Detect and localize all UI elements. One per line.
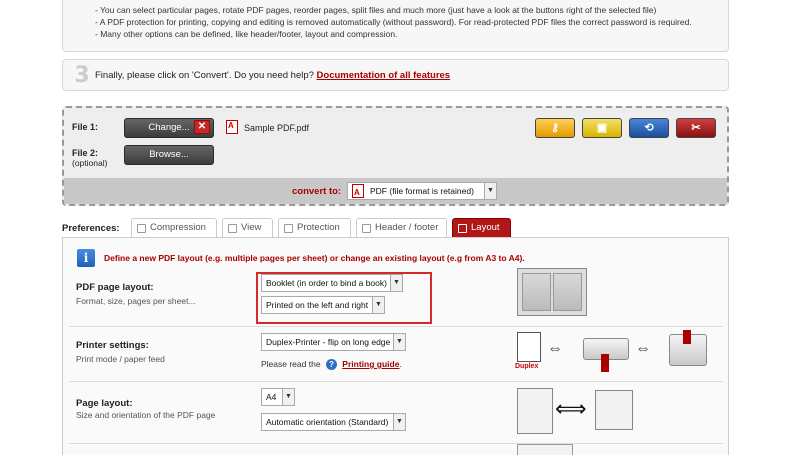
page-size-value: A4 xyxy=(266,392,277,402)
printer-settings-subtitle: Print mode / paper feed xyxy=(76,354,165,364)
tab-label: Header / footer xyxy=(375,222,439,233)
row-separator xyxy=(69,443,723,444)
step-2-bullet: - You can select particular pages, rotat… xyxy=(95,5,657,15)
file2-label: File 2: (optional) xyxy=(72,148,107,168)
layout-panel: i Define a new PDF layout (e.g. multiple… xyxy=(62,237,729,455)
step-2-panel: 2 - You can select particular pages, rot… xyxy=(62,0,729,52)
step-2-number: 2 xyxy=(69,0,91,6)
step-3-number: 3 xyxy=(74,63,90,88)
convert-format-value: PDF (file format is retained) xyxy=(370,186,474,196)
page-layout-value: Booklet (in order to bind a book) xyxy=(266,278,387,288)
view-icon xyxy=(228,224,237,233)
compression-icon xyxy=(137,224,146,233)
chevron-down-icon: ▼ xyxy=(484,183,496,199)
printer-settings-title: Printer settings: xyxy=(76,340,149,351)
layout-info-text: Define a new PDF layout (e.g. multiple p… xyxy=(104,253,525,263)
row-separator xyxy=(69,381,723,382)
tab-label: View xyxy=(241,222,262,233)
page-size-title: Page layout: xyxy=(76,398,133,409)
convert-format-select[interactable]: PDF (file format is retained) ▼ xyxy=(347,182,497,201)
printing-guide-link[interactable]: Printing guide xyxy=(342,359,399,369)
close-icon[interactable]: ✕ xyxy=(194,120,210,134)
documentation-link[interactable]: Documentation of all features xyxy=(317,70,451,81)
tab-compression[interactable]: Compression xyxy=(131,218,217,237)
chevron-down-icon: ▼ xyxy=(393,334,405,350)
help-icon[interactable]: ? xyxy=(325,359,337,370)
page-size-subtitle: Size and orientation of the PDF page xyxy=(76,410,216,420)
tab-label: Protection xyxy=(297,222,340,233)
file1-name: Sample PDF.pdf xyxy=(244,123,310,133)
document-icon xyxy=(517,332,541,362)
chevron-down-icon: ▼ xyxy=(390,275,402,291)
file-upload-area: File 1: Change... ✕ Sample PDF.pdf ⚷ ▣ ⟲… xyxy=(62,106,729,206)
double-arrow-icon: ⇔ xyxy=(635,340,651,357)
step-2-bullet: - A PDF protection for printing, copying… xyxy=(95,17,692,27)
page-layout-select[interactable]: Booklet (in order to bind a book) ▼ xyxy=(261,274,403,292)
arrow-down-icon xyxy=(683,330,691,344)
lock-icon xyxy=(284,224,293,233)
duplex-label: Duplex xyxy=(515,363,539,370)
step-3-text: Finally, please click on 'Convert'. Do y… xyxy=(95,70,450,81)
step-2-bullet: - Many other options can be defined, lik… xyxy=(95,29,398,39)
step-2-bullets: - You can select particular pages, rotat… xyxy=(95,4,692,40)
key-icon[interactable]: ⚷ xyxy=(535,118,575,138)
preferences-label: Preferences: xyxy=(62,223,120,234)
file2-label-text: File 2: xyxy=(72,148,99,158)
orientation-select[interactable]: Automatic orientation (Standard) ▼ xyxy=(261,413,406,431)
layout-icon xyxy=(458,224,467,233)
header-footer-icon xyxy=(362,224,371,233)
landscape-page-icon xyxy=(595,390,633,430)
page-layout-title: PDF page layout: xyxy=(76,282,154,293)
info-icon: i xyxy=(77,249,95,267)
booklet-side-value: Printed on the left and right xyxy=(266,300,369,310)
arrow-up-icon xyxy=(601,354,609,372)
double-arrow-icon: ⟺ xyxy=(555,396,587,421)
booklet-preview-image xyxy=(517,268,587,316)
convert-row: convert to: PDF (file format is retained… xyxy=(64,178,727,204)
chevron-down-icon: ▼ xyxy=(282,389,294,405)
booklet-side-select[interactable]: Printed on the left and right ▼ xyxy=(261,296,385,314)
tab-header-footer[interactable]: Header / footer xyxy=(356,218,447,237)
printer-note: Please read the ? Printing guide. xyxy=(261,359,402,370)
tab-label: Layout xyxy=(471,222,500,233)
browse-button[interactable]: Browse... xyxy=(124,145,214,165)
printer-mode-select[interactable]: Duplex-Printer - flip on long edge ▼ xyxy=(261,333,406,351)
step-3-instruction: Finally, please click on 'Convert'. Do y… xyxy=(95,70,314,81)
tab-view[interactable]: View xyxy=(222,218,273,237)
double-arrow-icon: ⇔ xyxy=(547,340,563,357)
portrait-page-icon xyxy=(517,388,553,434)
chevron-down-icon: ▼ xyxy=(372,297,384,313)
rotate-icon[interactable]: ⟲ xyxy=(629,118,669,138)
pdf-file-icon xyxy=(352,184,364,201)
convert-to-label: convert to: xyxy=(292,186,342,197)
tab-protection[interactable]: Protection xyxy=(278,218,351,237)
page-size-select[interactable]: A4 ▼ xyxy=(261,388,295,406)
chevron-down-icon: ▼ xyxy=(393,414,405,430)
next-row-preview-image xyxy=(517,444,573,455)
file1-label: File 1: xyxy=(72,122,99,132)
tab-layout[interactable]: Layout xyxy=(452,218,511,237)
duplex-printer-illustration: Duplex ⇔ ⇔ xyxy=(515,330,715,374)
printer-note-text: Please read the xyxy=(261,359,321,369)
step-3-panel: 3 Finally, please click on 'Convert'. Do… xyxy=(62,59,729,91)
file2-optional: (optional) xyxy=(72,158,108,168)
orientation-value: Automatic orientation (Standard) xyxy=(266,417,389,427)
tab-label: Compression xyxy=(150,222,206,233)
orientation-illustration: ⟺ xyxy=(515,386,645,436)
pdf-file-icon xyxy=(226,120,238,134)
page-layout-subtitle: Format, size, pages per sheet... xyxy=(76,296,196,306)
printer-note-suffix: . xyxy=(399,359,402,369)
row-separator xyxy=(69,326,723,327)
scissors-icon[interactable]: ✂ xyxy=(676,118,716,138)
lock-icon[interactable]: ▣ xyxy=(582,118,622,138)
printer-mode-value: Duplex-Printer - flip on long edge xyxy=(266,337,391,347)
